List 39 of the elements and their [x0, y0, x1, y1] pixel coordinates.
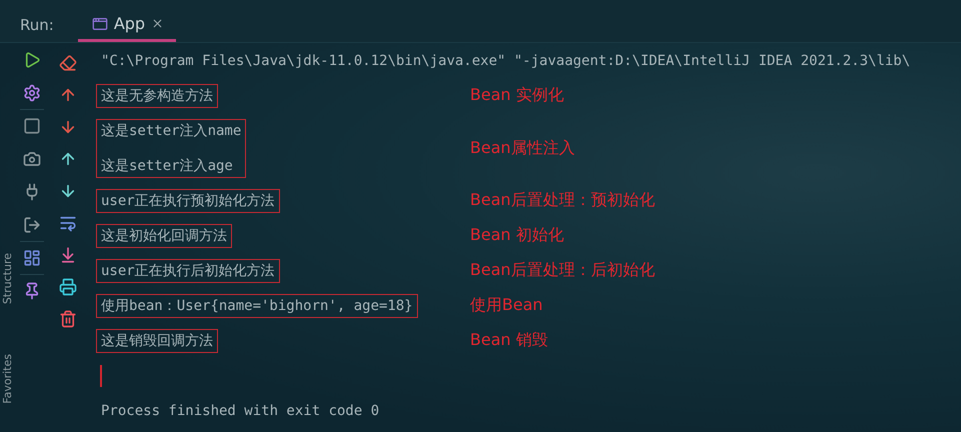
console-line: "C:\Program Files\Java\jdk-11.0.12\bin\java.exe" "-javaagent:D:\IDEA\IntelliJ IDEA 2021.2.3\lib\: [101, 52, 910, 70]
console-line: user正在执行预初始化方法: [101, 192, 275, 210]
pin-icon[interactable]: [23, 282, 41, 300]
eraser-icon[interactable]: [59, 54, 77, 72]
scroll-end-icon[interactable]: [59, 246, 77, 264]
annotation-note: Bean后置处理：后初始化: [470, 260, 655, 281]
console-line: 这是setter注入age: [101, 156, 234, 174]
close-icon[interactable]: [151, 17, 164, 30]
text-cursor: [100, 364, 102, 386]
layout-icon[interactable]: [23, 249, 41, 267]
annotation-note: Bean 实例化: [470, 85, 564, 106]
exit-icon[interactable]: [23, 216, 41, 234]
tool-window-label[interactable]: Favorites: [0, 354, 14, 404]
console-line: 这是初始化回调方法: [101, 226, 227, 244]
arrow-down-icon[interactable]: [59, 118, 77, 136]
app-tab[interactable]: App: [78, 14, 176, 42]
annotation-note: Bean属性注入: [470, 138, 575, 158]
annotation-note: Bean 初始化: [470, 225, 564, 246]
wrap-icon[interactable]: [59, 214, 77, 232]
annotation-note: Bean 销毁: [470, 330, 548, 351]
run-label: Run:: [20, 16, 54, 36]
tool-window-label[interactable]: Structure: [0, 253, 14, 304]
console-line: Process finished with exit code 0: [101, 402, 380, 420]
console-line: 这是销毁回调方法: [101, 332, 213, 350]
camera-icon[interactable]: [23, 150, 41, 168]
console-line: 使用bean：User{name='bighorn', age=18}: [101, 296, 413, 314]
annotation-note: Bean后置处理：预初始化: [470, 190, 655, 211]
printer-icon[interactable]: [59, 278, 77, 296]
arrow-down-icon[interactable]: [59, 182, 77, 200]
settings-icon[interactable]: [23, 84, 41, 102]
window-icon: [92, 16, 108, 32]
console-line: 这是setter注入name: [101, 122, 242, 140]
stop-icon[interactable]: [23, 117, 41, 135]
play-icon[interactable]: [23, 51, 41, 69]
tab-label: App: [114, 14, 146, 33]
console-line: 这是无参构造方法: [101, 86, 213, 104]
console-line: user正在执行后初始化方法: [101, 262, 275, 280]
annotation-note: 使用Bean: [470, 295, 543, 316]
trash-icon[interactable]: [59, 310, 77, 328]
